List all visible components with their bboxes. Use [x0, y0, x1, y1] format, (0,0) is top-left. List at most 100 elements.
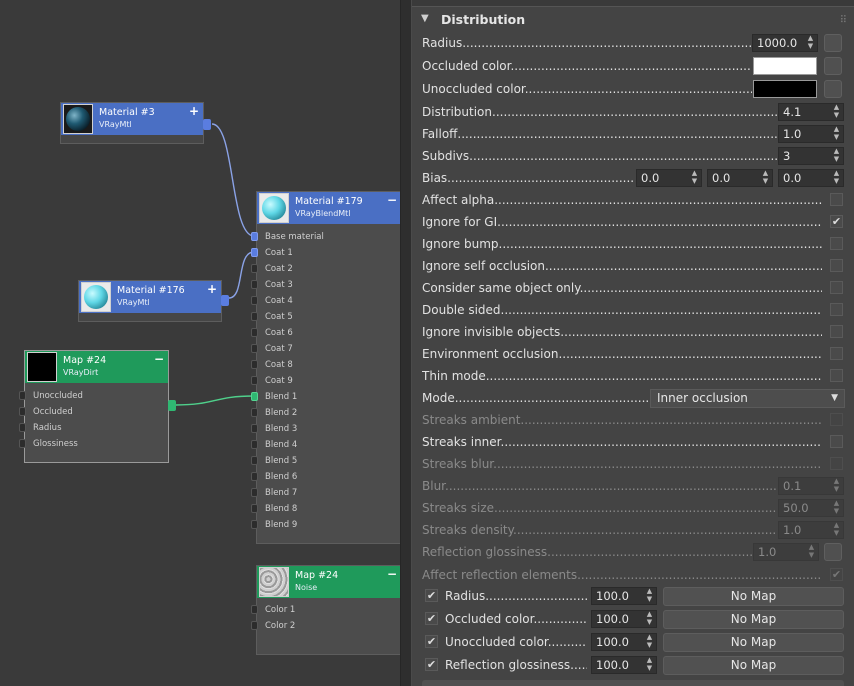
spinner-arrows-icon[interactable]: ▲ ▼: [832, 477, 841, 493]
radius-map-button[interactable]: [824, 34, 842, 52]
affect-reflection-elements-checkbox[interactable]: ✔: [830, 568, 843, 581]
node-header[interactable]: Material #3 VRayMtl +: [61, 103, 203, 135]
ignore-bump-checkbox[interactable]: [830, 237, 843, 250]
node-header[interactable]: Map #24 Noise −: [257, 566, 400, 598]
slot-blend-9[interactable]: Blend 9: [251, 517, 400, 533]
input-port[interactable]: [251, 456, 258, 465]
spinner-arrows-icon[interactable]: ▲ ▼: [832, 103, 841, 119]
map-amount-spinner[interactable]: 100.0 ▲ ▼: [591, 587, 657, 605]
input-port[interactable]: [251, 360, 258, 369]
node-map-24-vraydirt[interactable]: Map #24 VRayDirt − Unoccluded Occluded R…: [19, 350, 176, 463]
output-port[interactable]: [168, 400, 176, 411]
slot-blend-2[interactable]: Blend 2: [251, 405, 400, 421]
spinner-arrows-icon[interactable]: ▲ ▼: [832, 169, 841, 185]
slot-blend-7[interactable]: Blend 7: [251, 485, 400, 501]
spinner-arrows-icon[interactable]: ▲ ▼: [645, 656, 654, 672]
slot-coat-6[interactable]: Coat 6: [251, 325, 400, 341]
slot-color-2[interactable]: Color 2: [251, 618, 400, 634]
map-amount-spinner[interactable]: 100.0 ▲ ▼: [591, 656, 657, 674]
no-map-button[interactable]: No Map: [663, 633, 844, 652]
node-header[interactable]: Material #176 VRayMtl +: [79, 281, 221, 313]
spinner-arrows-icon[interactable]: ▲ ▼: [832, 521, 841, 537]
map-amount-spinner[interactable]: 100.0 ▲ ▼: [591, 610, 657, 628]
slot-coat-8[interactable]: Coat 8: [251, 357, 400, 373]
mode-dropdown[interactable]: Inner occlusion ▼: [650, 389, 845, 408]
input-port[interactable]: [251, 344, 258, 353]
input-port[interactable]: [251, 296, 258, 305]
consider-same-object-only-checkbox[interactable]: [830, 281, 843, 294]
input-port[interactable]: [251, 424, 258, 433]
input-port[interactable]: [251, 376, 258, 385]
falloff-spinner[interactable]: 1.0 ▲ ▼: [778, 125, 844, 143]
node-map-24-noise[interactable]: Map #24 Noise − Color 1 Color 2: [251, 565, 400, 655]
map-enable-checkbox[interactable]: ✔: [425, 589, 438, 602]
subdivs-spinner[interactable]: 3 ▲ ▼: [778, 147, 844, 165]
spinner-arrows-icon[interactable]: ▲ ▼: [645, 610, 654, 626]
input-port[interactable]: [251, 264, 258, 273]
slot-coat-4[interactable]: Coat 4: [251, 293, 400, 309]
input-port[interactable]: [251, 392, 258, 401]
spinner-arrows-icon[interactable]: ▲ ▼: [690, 169, 699, 185]
input-port[interactable]: [251, 232, 258, 241]
ignore-self-occlusion-checkbox[interactable]: [830, 259, 843, 272]
spinner-arrows-icon[interactable]: ▲ ▼: [761, 169, 770, 185]
spinner-arrows-icon[interactable]: ▲ ▼: [806, 34, 815, 50]
spinner-arrows-icon[interactable]: ▲ ▼: [645, 587, 654, 603]
bias-z-spinner[interactable]: 0.0 ▲ ▼: [778, 169, 844, 187]
slot-base-material[interactable]: Base material: [251, 229, 400, 245]
slot-blend-1[interactable]: Blend 1: [251, 389, 400, 405]
node-header[interactable]: Map #24 VRayDirt −: [25, 351, 168, 383]
no-map-button[interactable]: No Map: [663, 610, 844, 629]
thin-mode-checkbox[interactable]: [830, 369, 843, 382]
streaks-inner-checkbox[interactable]: [830, 435, 843, 448]
slot-coat-7[interactable]: Coat 7: [251, 341, 400, 357]
input-port[interactable]: [251, 248, 258, 257]
unoccluded-color-map-button[interactable]: [824, 80, 842, 98]
input-port[interactable]: [251, 488, 258, 497]
collapse-button[interactable]: −: [387, 194, 397, 206]
spinner-arrows-icon[interactable]: ▲ ▼: [807, 543, 816, 559]
node-material-176[interactable]: Material #176 VRayMtl +: [78, 280, 229, 322]
node-header[interactable]: Material #179 VRayBlendMtl −: [257, 192, 400, 224]
reflection-glossiness-spinner[interactable]: 1.0 ▲ ▼: [753, 543, 819, 561]
spinner-arrows-icon[interactable]: ▲ ▼: [832, 147, 841, 163]
input-port[interactable]: [251, 520, 258, 529]
spinner-arrows-icon[interactable]: ▲ ▼: [832, 499, 841, 515]
streaks-ambient-checkbox[interactable]: [830, 413, 843, 426]
streaks-density-spinner[interactable]: 1.0 ▲ ▼: [778, 521, 844, 539]
node-material-179-blend[interactable]: Material #179 VRayBlendMtl − Base materi…: [251, 191, 400, 544]
slot-coat-1[interactable]: Coat 1: [251, 245, 400, 261]
map-amount-spinner[interactable]: 100.0 ▲ ▼: [591, 633, 657, 651]
streaks-size-spinner[interactable]: 50.0 ▲ ▼: [778, 499, 844, 517]
ignore-invisible-objects-checkbox[interactable]: [830, 325, 843, 338]
rollout-header-distribution[interactable]: ▼ Distribution ⠿: [418, 9, 848, 31]
map-enable-checkbox[interactable]: ✔: [425, 635, 438, 648]
spinner-arrows-icon[interactable]: ▲ ▼: [645, 633, 654, 649]
slot-glossiness[interactable]: Glossiness: [19, 436, 168, 452]
slot-radius[interactable]: Radius: [19, 420, 168, 436]
slot-color-1[interactable]: Color 1: [251, 602, 400, 618]
slot-coat-2[interactable]: Coat 2: [251, 261, 400, 277]
collapse-button[interactable]: −: [154, 353, 164, 365]
slot-coat-9[interactable]: Coat 9: [251, 373, 400, 389]
node-canvas[interactable]: Material #3 VRayMtl + Material #176 VRay…: [0, 0, 400, 686]
reflection-glossiness-map-button[interactable]: [824, 543, 842, 561]
input-port[interactable]: [251, 472, 258, 481]
slot-blend-3[interactable]: Blend 3: [251, 421, 400, 437]
blur-spinner[interactable]: 0.1 ▲ ▼: [778, 477, 844, 495]
bias-x-spinner[interactable]: 0.0 ▲ ▼: [636, 169, 702, 187]
distribution-spinner[interactable]: 4.1 ▲ ▼: [778, 103, 844, 121]
input-port[interactable]: [251, 328, 258, 337]
slot-unoccluded[interactable]: Unoccluded: [19, 388, 168, 404]
output-port[interactable]: [203, 119, 211, 130]
occluded-color-swatch[interactable]: [753, 57, 817, 75]
input-port[interactable]: [251, 280, 258, 289]
collapse-button[interactable]: −: [387, 568, 397, 580]
map-enable-checkbox[interactable]: ✔: [425, 658, 438, 671]
map-enable-checkbox[interactable]: ✔: [425, 612, 438, 625]
bias-y-spinner[interactable]: 0.0 ▲ ▼: [707, 169, 773, 187]
slot-coat-5[interactable]: Coat 5: [251, 309, 400, 325]
collapse-triangle-icon[interactable]: ▼: [421, 13, 429, 24]
input-port[interactable]: [251, 440, 258, 449]
unoccluded-color-swatch[interactable]: [753, 80, 817, 98]
